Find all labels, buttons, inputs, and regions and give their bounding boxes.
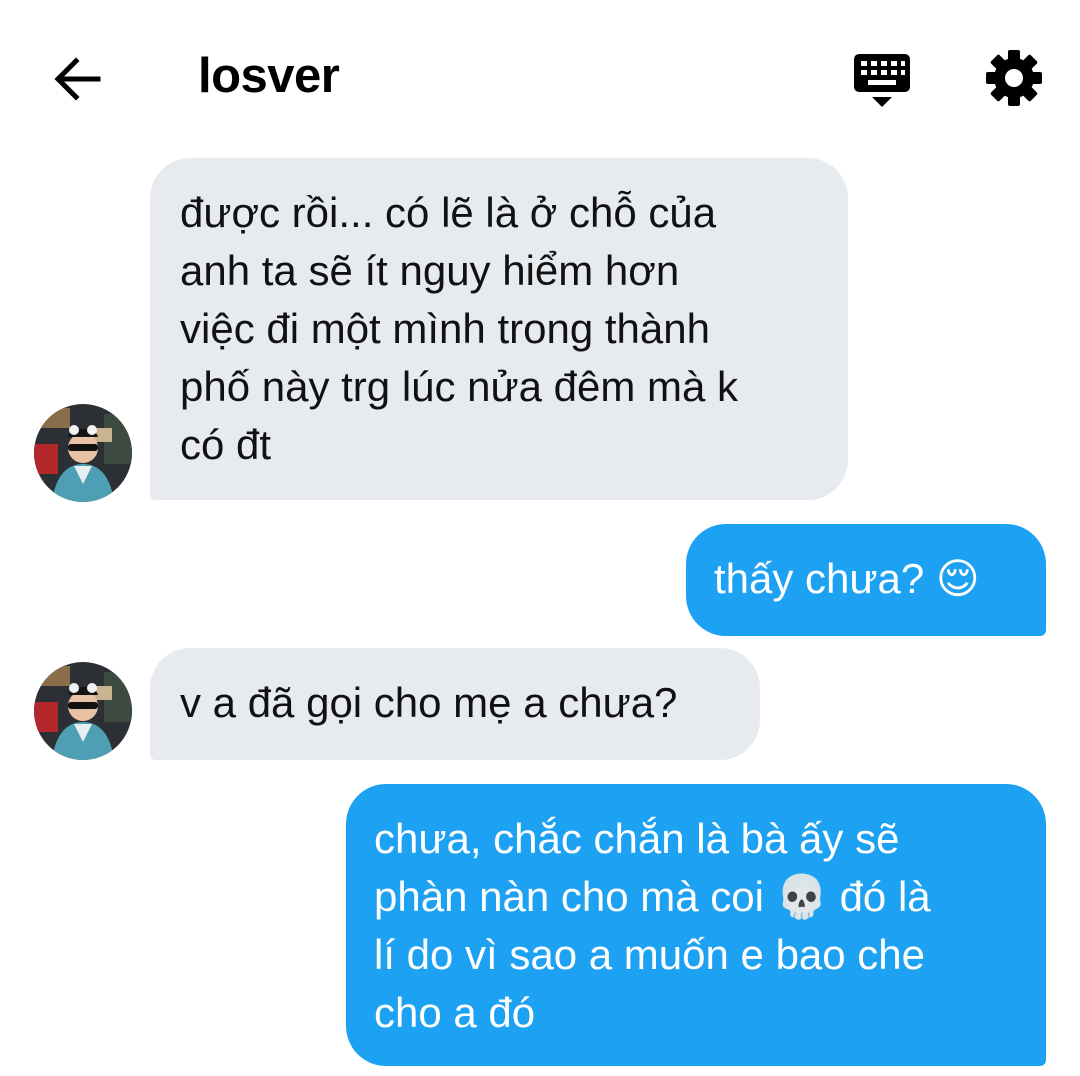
- gear-icon: [986, 50, 1042, 106]
- keyboard-button[interactable]: [850, 50, 914, 110]
- back-button[interactable]: [48, 48, 108, 108]
- avatar[interactable]: [34, 404, 132, 502]
- chat-screen: losver được rồi... có lẽ là ở chỗ của an…: [0, 0, 1080, 1076]
- message-outgoing[interactable]: thấy chưa? 😌: [686, 524, 1046, 636]
- keyboard-icon: [854, 54, 910, 107]
- settings-button[interactable]: [982, 46, 1046, 110]
- message-incoming[interactable]: được rồi... có lẽ là ở chỗ của anh ta sẽ…: [150, 158, 848, 500]
- message-incoming[interactable]: v a đã gọi cho mẹ a chưa?: [150, 648, 760, 760]
- arrow-left-icon: [54, 57, 101, 101]
- avatar-photo: [34, 404, 132, 502]
- avatar-photo: [34, 662, 132, 760]
- avatar[interactable]: [34, 662, 132, 760]
- chat-header: losver: [0, 0, 1080, 150]
- message-outgoing[interactable]: chưa, chắc chắn là bà ấy sẽ phàn nàn cho…: [346, 784, 1046, 1066]
- conversation-title[interactable]: losver: [198, 48, 340, 104]
